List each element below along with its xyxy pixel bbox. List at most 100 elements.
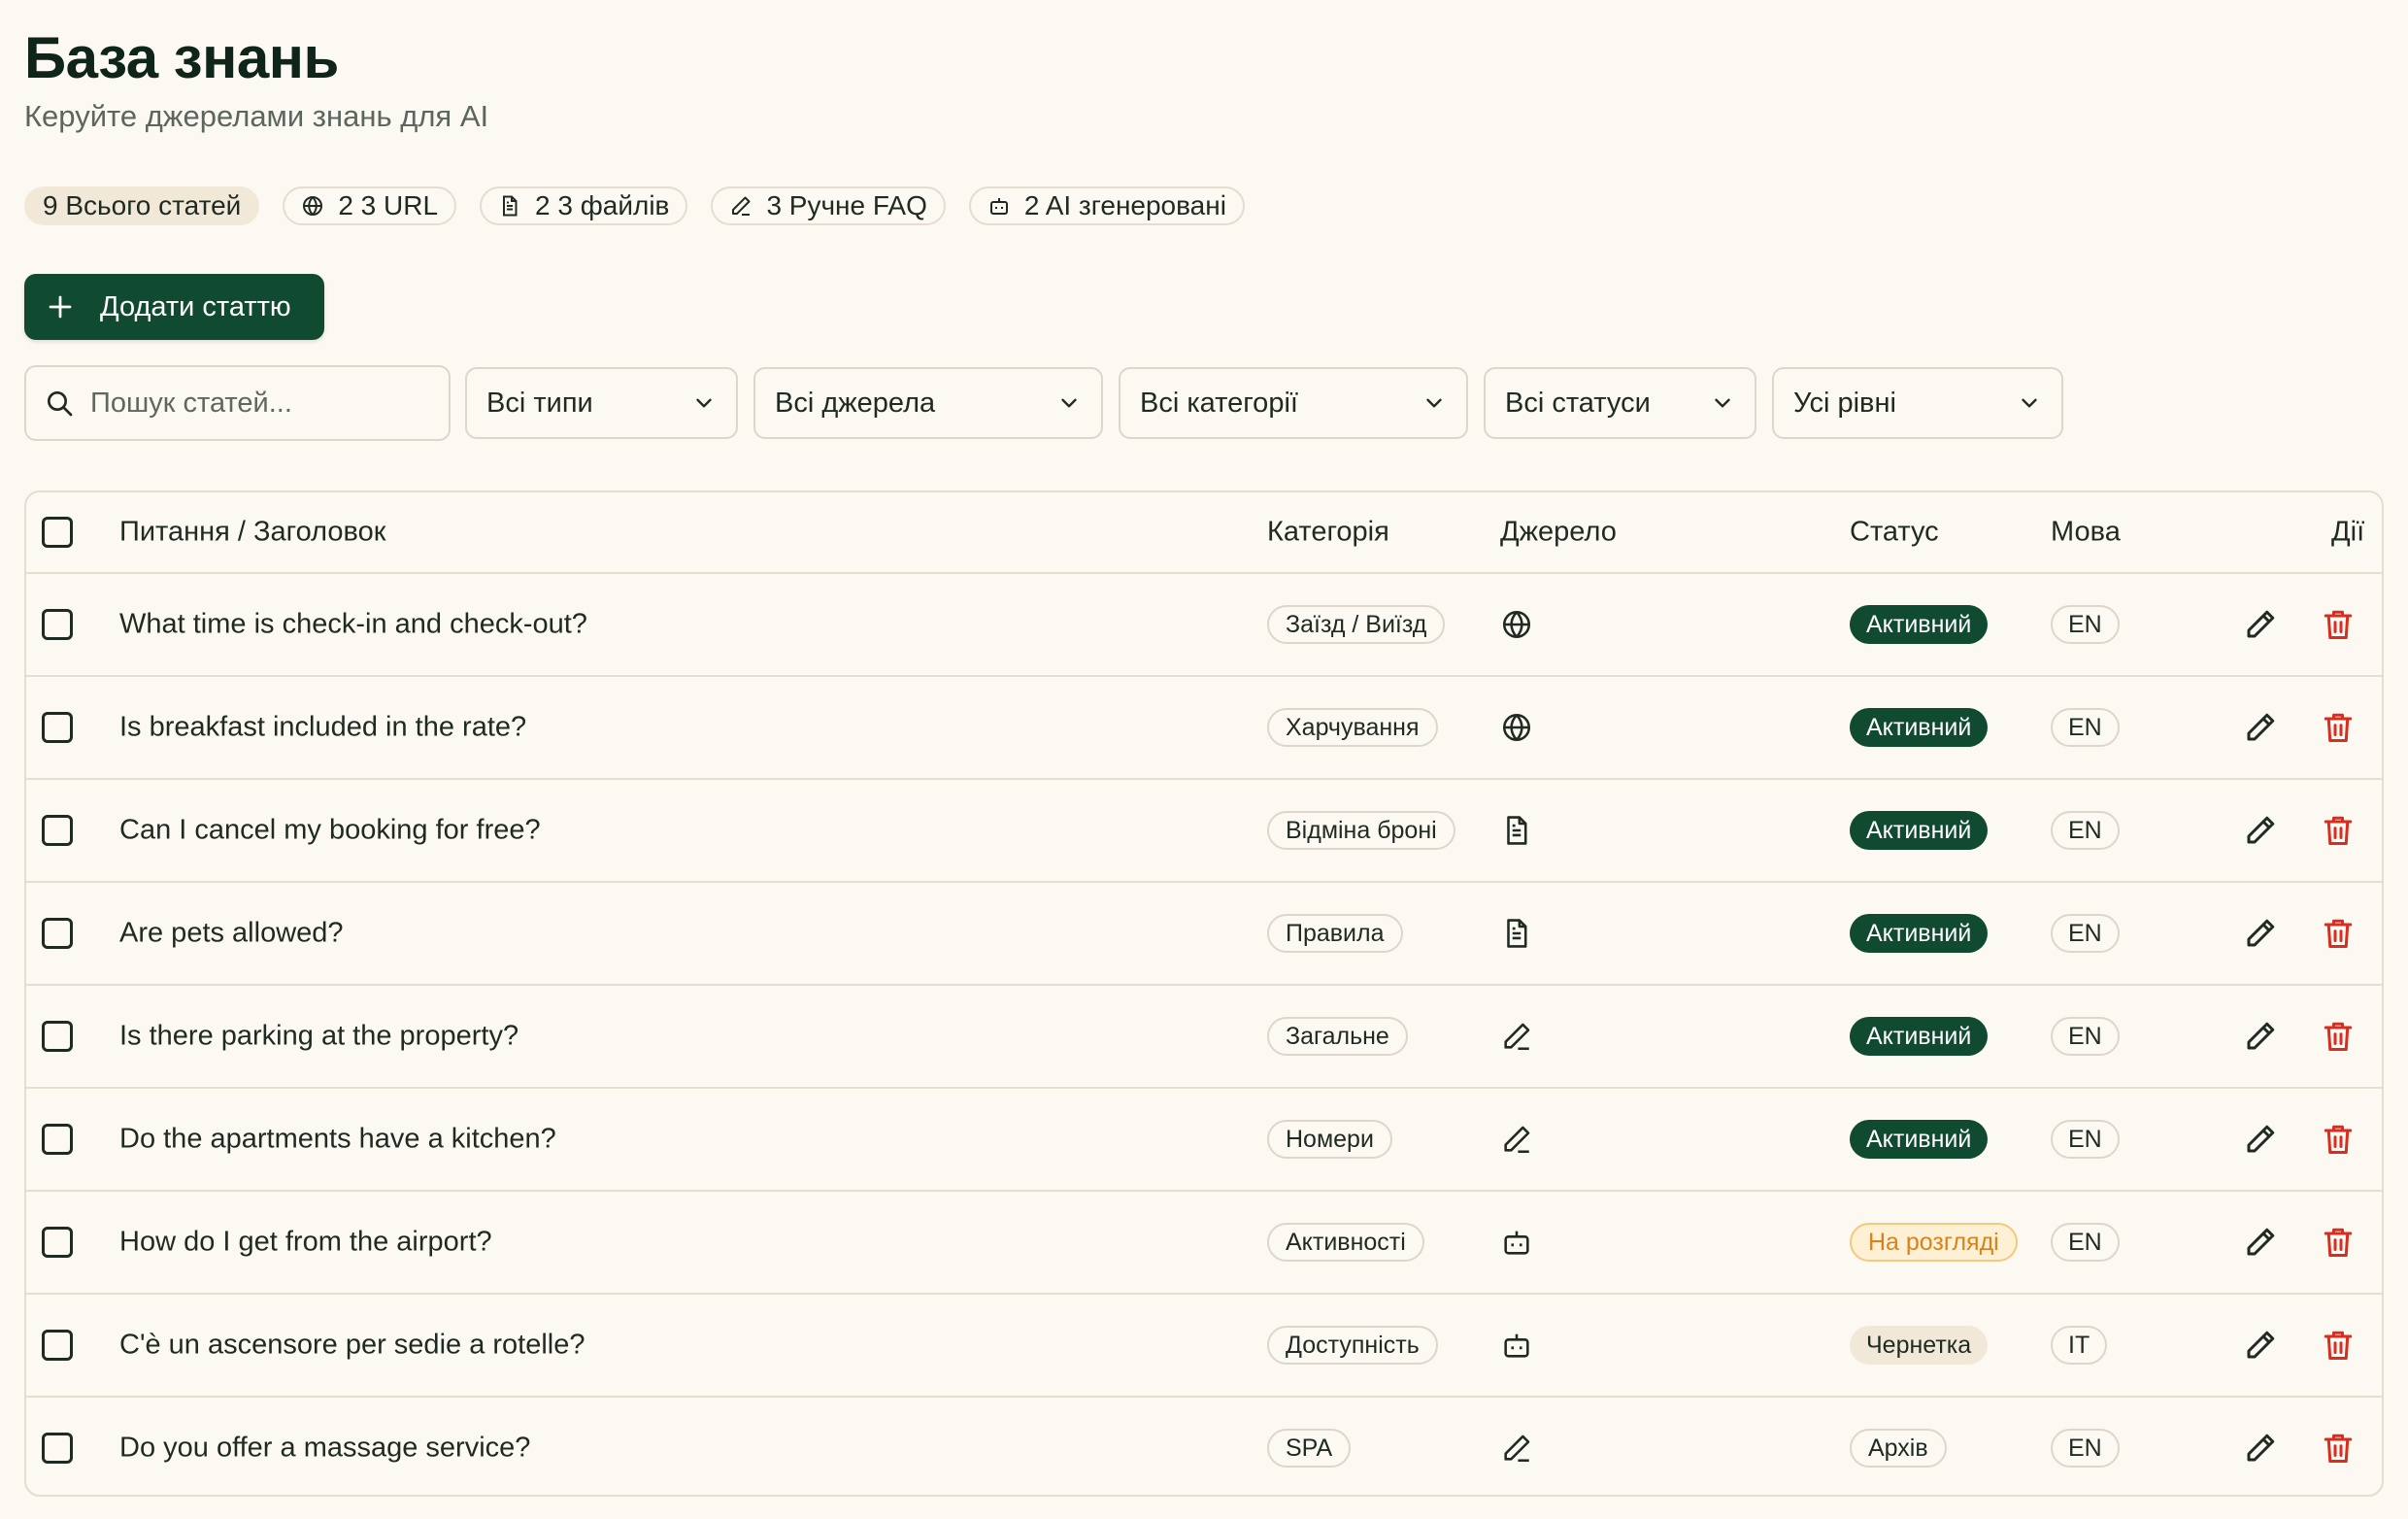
bot-icon (1500, 1329, 1533, 1362)
bot-icon (1500, 1226, 1533, 1259)
row-question[interactable]: Do the apartments have a kitchen? (119, 1124, 556, 1156)
language-badge: EN (2051, 1017, 2120, 1056)
trash-icon (2324, 1125, 2353, 1154)
edit-button[interactable] (2243, 1225, 2278, 1260)
category-badge: Заїзд / Виїзд (1267, 605, 1446, 644)
stat-manual: 3 Ручне FAQ (711, 186, 946, 225)
row-question[interactable]: What time is check-in and check-out? (119, 609, 587, 641)
row-checkbox[interactable] (42, 609, 73, 640)
status-badge: Архів (1850, 1429, 1947, 1468)
filter-sources-value: Всі джерела (775, 387, 936, 419)
row-question[interactable]: How do I get from the airport? (119, 1227, 492, 1259)
edit-button[interactable] (2243, 813, 2278, 848)
pencil-icon (2247, 1125, 2275, 1153)
edit-button[interactable] (2243, 1328, 2278, 1363)
stat-total-label: 9 Всього статей (43, 190, 242, 220)
category-badge: Загальне (1267, 1017, 1408, 1056)
filter-statuses[interactable]: Всі статуси (1484, 367, 1756, 439)
table-row: Can I cancel my booking for free? Відмін… (26, 778, 2382, 881)
row-checkbox[interactable] (42, 918, 73, 949)
stat-url-label: 2 3 URL (338, 190, 439, 220)
row-checkbox[interactable] (42, 1124, 73, 1155)
filter-categories[interactable]: Всі категорії (1119, 367, 1468, 439)
status-badge: Активний (1850, 1017, 1989, 1056)
status-badge: Активний (1850, 708, 1989, 747)
delete-button[interactable] (2321, 1122, 2356, 1157)
status-badge: На розгляді (1850, 1223, 2018, 1262)
filter-categories-value: Всі категорії (1140, 387, 1298, 419)
trash-icon (2324, 1434, 2353, 1463)
pencil-icon (2247, 610, 2275, 638)
delete-button[interactable] (2321, 1328, 2356, 1363)
row-checkbox[interactable] (42, 1021, 73, 1052)
status-badge: Активний (1850, 605, 1989, 644)
globe-icon (303, 196, 323, 216)
page-title: База знань (24, 25, 339, 90)
delete-button[interactable] (2321, 916, 2356, 951)
category-badge: Номери (1267, 1120, 1392, 1159)
category-badge: Харчування (1267, 708, 1438, 747)
edit-button[interactable] (2243, 1019, 2278, 1054)
delete-button[interactable] (2321, 1019, 2356, 1054)
chevron-down-icon (1061, 398, 1077, 408)
delete-button[interactable] (2321, 1431, 2356, 1466)
add-article-button[interactable]: Додати статтю (24, 274, 324, 340)
select-all-checkbox[interactable] (42, 517, 73, 548)
search-box[interactable] (24, 365, 451, 441)
plus-icon (49, 295, 72, 319)
file-icon (503, 195, 518, 217)
trash-icon (2324, 1331, 2353, 1360)
trash-icon (2324, 919, 2353, 948)
edit-button[interactable] (2243, 1122, 2278, 1157)
row-checkbox[interactable] (42, 1330, 73, 1361)
delete-button[interactable] (2321, 1225, 2356, 1260)
chevron-down-icon (696, 398, 712, 408)
delete-button[interactable] (2321, 710, 2356, 745)
row-question[interactable]: Can I cancel my booking for free? (119, 815, 541, 847)
chevron-down-icon (1426, 398, 1442, 408)
chevron-down-icon (2022, 398, 2037, 408)
page-subtitle: Керуйте джерелами знань для AI (24, 99, 489, 133)
edit-button[interactable] (2243, 607, 2278, 642)
row-question[interactable]: Do you offer a massage service? (119, 1433, 530, 1465)
table-body: What time is check-in and check-out? Заї… (26, 572, 2382, 1495)
edit-button[interactable] (2243, 710, 2278, 745)
knowledge-base-page: База знань Керуйте джерелами знань для A… (0, 0, 2408, 1519)
col-category: Категорія (1267, 516, 1389, 548)
row-checkbox[interactable] (42, 815, 73, 846)
pencil-icon (2247, 1434, 2275, 1462)
filter-levels[interactable]: Усі рівні (1772, 367, 2063, 439)
row-question[interactable]: Are pets allowed? (119, 918, 344, 950)
table-row: Do you offer a massage service? SPA Архі… (26, 1396, 2382, 1495)
trash-icon (2324, 713, 2353, 742)
row-question[interactable]: Is there parking at the property? (119, 1021, 518, 1053)
row-question[interactable]: C'è un ascensore per sedie a rotelle? (119, 1330, 585, 1362)
delete-button[interactable] (2321, 813, 2356, 848)
trash-icon (2324, 1022, 2353, 1051)
stat-url: 2 3 URL (283, 186, 457, 225)
stat-ai: 2 AI згенеровані (968, 186, 1245, 225)
file-icon (1500, 917, 1533, 950)
category-badge: SPA (1267, 1429, 1352, 1468)
status-badge: Чернетка (1850, 1326, 1989, 1365)
globe-icon (1500, 608, 1533, 641)
row-checkbox[interactable] (42, 712, 73, 743)
filter-types[interactable]: Всі типи (465, 367, 738, 439)
search-input[interactable] (88, 386, 422, 421)
language-badge: IT (2051, 1326, 2108, 1365)
filter-sources[interactable]: Всі джерела (753, 367, 1103, 439)
delete-button[interactable] (2321, 607, 2356, 642)
table-row: Do the apartments have a kitchen? Номери… (26, 1087, 2382, 1190)
pen-icon (1500, 1432, 1533, 1465)
search-icon (48, 391, 73, 417)
add-article-label: Додати статтю (100, 290, 291, 322)
row-question[interactable]: Is breakfast included in the rate? (119, 712, 526, 744)
edit-button[interactable] (2243, 916, 2278, 951)
trash-icon (2324, 1228, 2353, 1257)
language-badge: EN (2051, 914, 2120, 953)
col-question: Питання / Заголовок (119, 516, 386, 548)
stat-files-label: 2 3 файлів (535, 190, 670, 220)
row-checkbox[interactable] (42, 1227, 73, 1258)
row-checkbox[interactable] (42, 1433, 73, 1464)
edit-button[interactable] (2243, 1431, 2278, 1466)
